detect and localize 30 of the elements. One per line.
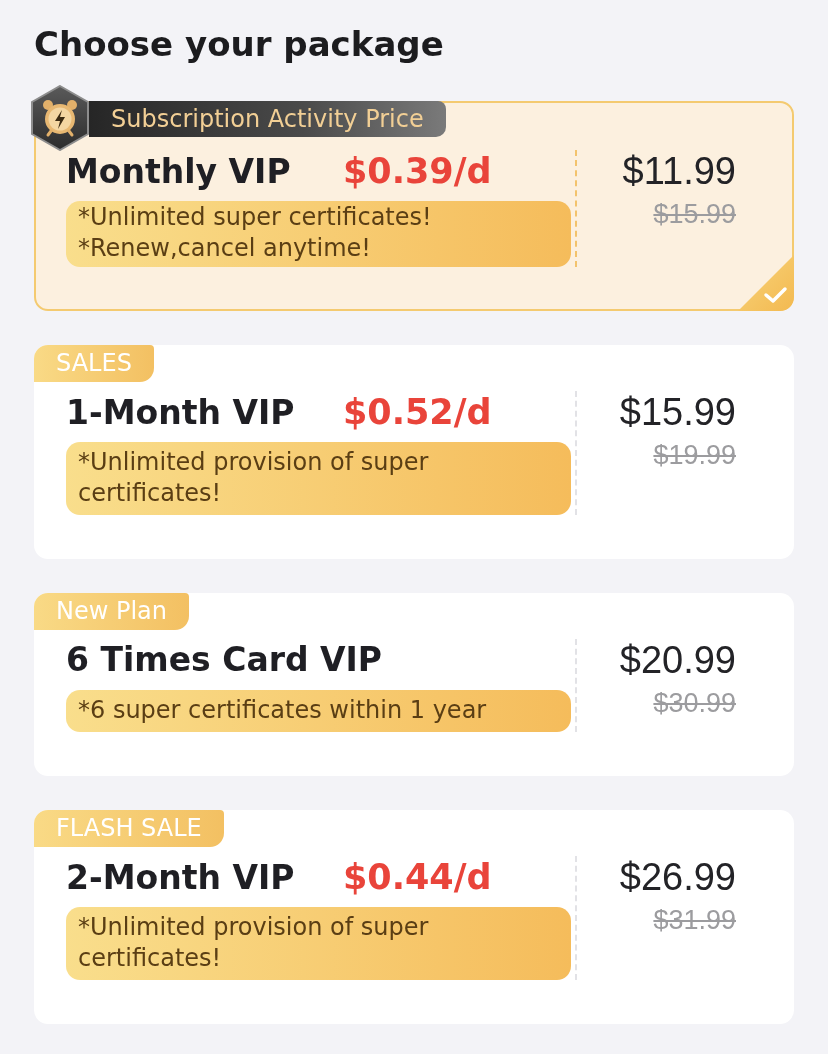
promo-tag: FLASH SALE [34, 810, 224, 847]
page-title: Choose your package [34, 23, 444, 66]
alarm-clock-bolt-icon [31, 85, 89, 151]
feature-text: *Renew,cancel anytime! [78, 233, 371, 264]
original-price: $31.99 [653, 905, 736, 935]
promo-tag: New Plan [34, 593, 190, 630]
package-card[interactable]: Subscription Activity Price Monthly VIP $0.39/d *Unlimited super certificates! *Renew,cancel anytime! $11.99 $15.99 [34, 101, 794, 311]
feature-text: *Unlimited super certificates! [78, 202, 432, 233]
package-price: $11.99 [622, 150, 736, 192]
feature-text: *Unlimited provision of super certificates! [78, 447, 430, 509]
package-price: $26.99 [619, 856, 736, 898]
package-name: 2-Month VIP [66, 857, 296, 899]
selected-check-icon [738, 255, 794, 311]
feature-text: *6 super certificates within 1 year [78, 695, 487, 726]
package-name: 6 Times Card VIP [66, 639, 383, 681]
original-price: $15.99 [653, 199, 736, 229]
daily-price: $0.39/d [343, 150, 492, 192]
package-card[interactable]: SALES 1-Month VIP $0.52/d *Unlimited provision of super certificates! $15.99 $19.99 [34, 345, 794, 559]
feature-text: *Unlimited provision of super certificates! [78, 912, 430, 974]
package-card[interactable]: New Plan 6 Times Card VIP *6 super certificates within 1 year $20.99 $30.99 [34, 593, 794, 776]
package-price: $20.99 [619, 639, 736, 681]
package-name: 1-Month VIP [66, 392, 296, 434]
daily-price: $0.44/d [343, 856, 492, 898]
original-price: $30.99 [653, 688, 736, 718]
original-price: $19.99 [653, 440, 736, 470]
package-name: Monthly VIP [66, 151, 292, 193]
promo-tag: SALES [34, 345, 154, 382]
package-card[interactable]: FLASH SALE 2-Month VIP $0.44/d *Unlimited provision of super certificates! $26.99 $31.99 [34, 810, 794, 1024]
daily-price: $0.52/d [343, 391, 492, 433]
package-price: $15.99 [619, 391, 736, 433]
